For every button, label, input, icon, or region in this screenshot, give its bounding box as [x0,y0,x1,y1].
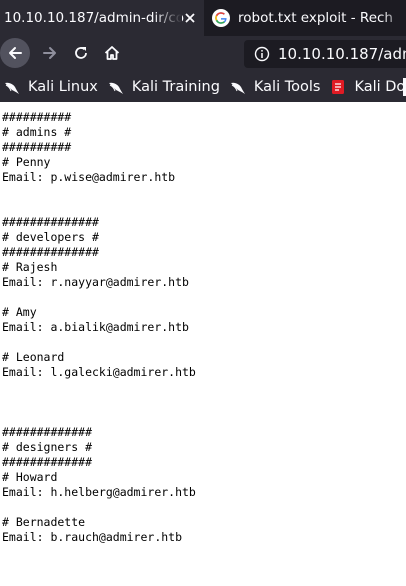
arrow-left-icon [9,47,22,59]
text-line: # Bernadette [2,515,86,529]
text-line: # Amy [2,305,37,319]
text-line: Email: h.helberg@admirer.htb [2,485,196,499]
text-line [2,200,406,215]
text-line: ########## [2,140,72,154]
bookmark-label: Kali Tools [253,79,321,95]
text-line [2,395,406,410]
text-line [2,335,406,350]
reload-icon [75,47,87,59]
text-line: # Leonard [2,350,65,364]
bookmark-label: Kali Docs [354,79,406,95]
home-button[interactable] [97,38,127,68]
text-line: # Howard [2,470,58,484]
close-icon[interactable] [182,10,198,26]
google-icon [212,9,230,27]
text-line [2,290,406,305]
tab-admin-dir[interactable]: 10.10.10.187/admin-dir/co [0,0,204,36]
text-line: Email: b.rauch@admirer.htb [2,530,183,544]
tab-strip: 10.10.10.187/admin-dir/co robot.txt expl… [0,0,406,36]
bookmark-kali-linux[interactable]: Kali Linux [4,79,98,95]
back-button[interactable] [0,38,30,68]
bookmark-kali-tools[interactable]: Kali Tools [230,79,321,95]
text-line: ############# [2,455,93,469]
text-line: # Penny [2,155,51,169]
arrow-right-icon [43,47,56,59]
text-line: Email: r.nayyar@admirer.htb [2,275,189,289]
text-line: # admins # [2,125,72,139]
info-icon[interactable] [254,46,270,62]
reload-button[interactable] [66,38,96,68]
url-text: 10.10.10.187/admin [278,45,406,63]
home-icon [104,46,120,60]
kali-dragon-icon [5,82,19,94]
kali-docs-icon [332,80,345,94]
text-line [2,185,406,200]
kali-dragon-icon [108,82,123,94]
text-line: ########## [2,110,72,124]
text-line: ############## [2,245,99,259]
forward-button[interactable] [35,38,65,68]
browser-chrome: 10.10.10.187/admin-dir/co robot.txt expl… [0,0,406,102]
tab-robot-txt-exploit[interactable]: robot.txt exploit - Rech [204,0,406,36]
text-line: # designers # [2,440,93,454]
text-line [2,380,406,395]
text-line: # developers # [2,230,99,244]
text-line: Email: l.galecki@admirer.htb [2,365,196,379]
text-line: Email: p.wise@admirer.htb [2,170,176,184]
text-line [2,410,406,425]
kali-dragon-icon [230,82,245,94]
bookmark-kali-docs[interactable]: Kali Docs [330,79,406,95]
text-line: ############## [2,215,99,229]
bookmark-label: Kali Linux [28,79,98,95]
text-line [2,500,406,515]
text-line: # Rajesh [2,260,58,274]
bookmarks-toolbar: Kali Linux Kali Training Kali Tools Kali… [0,72,406,102]
page-content: ########## # admins # ########## # Penny Ema… [0,102,406,545]
url-bar[interactable]: 10.10.10.187/admin [244,40,406,68]
navigation-toolbar: 10.10.10.187/admin [0,36,406,72]
bookmark-kali-training[interactable]: Kali Training [108,79,220,95]
bookmark-label: Kali Training [131,79,220,95]
text-line: Email: a.bialik@admirer.htb [2,320,189,334]
text-line: ############# [2,425,93,439]
tab-title: robot.txt exploit - Rech [238,10,393,26]
